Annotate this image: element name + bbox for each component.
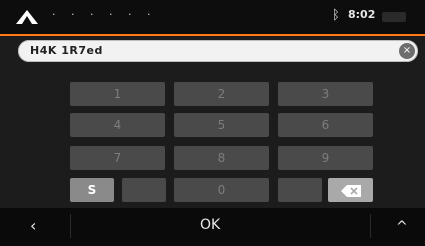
key-9[interactable]: 9 xyxy=(278,146,373,170)
key-2[interactable]: 2 xyxy=(174,82,269,106)
status-bar: · · · · · · ᛒ 8:02 xyxy=(0,0,425,34)
battery-icon xyxy=(382,12,406,22)
key-4[interactable]: 4 xyxy=(70,113,165,137)
navigation-icon[interactable] xyxy=(16,10,38,24)
key-5[interactable]: 5 xyxy=(174,113,269,137)
key-8[interactable]: 8 xyxy=(174,146,269,170)
postal-code-input[interactable]: H4K 1R7ed × xyxy=(18,40,418,62)
back-button[interactable]: ‹ xyxy=(30,218,36,234)
backspace-icon xyxy=(340,184,361,197)
key-0[interactable]: 0 xyxy=(174,178,269,202)
key-7[interactable]: 7 xyxy=(70,146,165,170)
key-6[interactable]: 6 xyxy=(278,113,373,137)
ok-button[interactable]: OK xyxy=(200,217,220,233)
symbol-key[interactable] xyxy=(122,178,166,202)
key-1[interactable]: 1 xyxy=(70,82,165,106)
clear-icon[interactable]: × xyxy=(399,43,415,59)
divider-right xyxy=(370,214,371,238)
extra-key[interactable] xyxy=(278,178,322,202)
backspace-key[interactable] xyxy=(328,178,373,202)
status-title: · · · · · · xyxy=(52,8,157,21)
up-button[interactable]: ^ xyxy=(396,220,408,234)
input-value: H4K 1R7ed xyxy=(30,44,103,57)
numeric-keypad: 1 2 3 4 5 6 7 8 9 S 0 xyxy=(0,80,425,205)
divider-left xyxy=(70,214,71,238)
status-time: 8:02 xyxy=(348,8,376,21)
accent-divider xyxy=(0,34,425,36)
shift-key[interactable]: S xyxy=(70,178,114,202)
screen: · · · · · · ᛒ 8:02 H4K 1R7ed × 1 2 3 4 5… xyxy=(0,0,425,246)
key-3[interactable]: 3 xyxy=(278,82,373,106)
bottom-bar: ‹ OK ^ xyxy=(0,208,425,246)
bluetooth-icon: ᛒ xyxy=(332,8,340,23)
